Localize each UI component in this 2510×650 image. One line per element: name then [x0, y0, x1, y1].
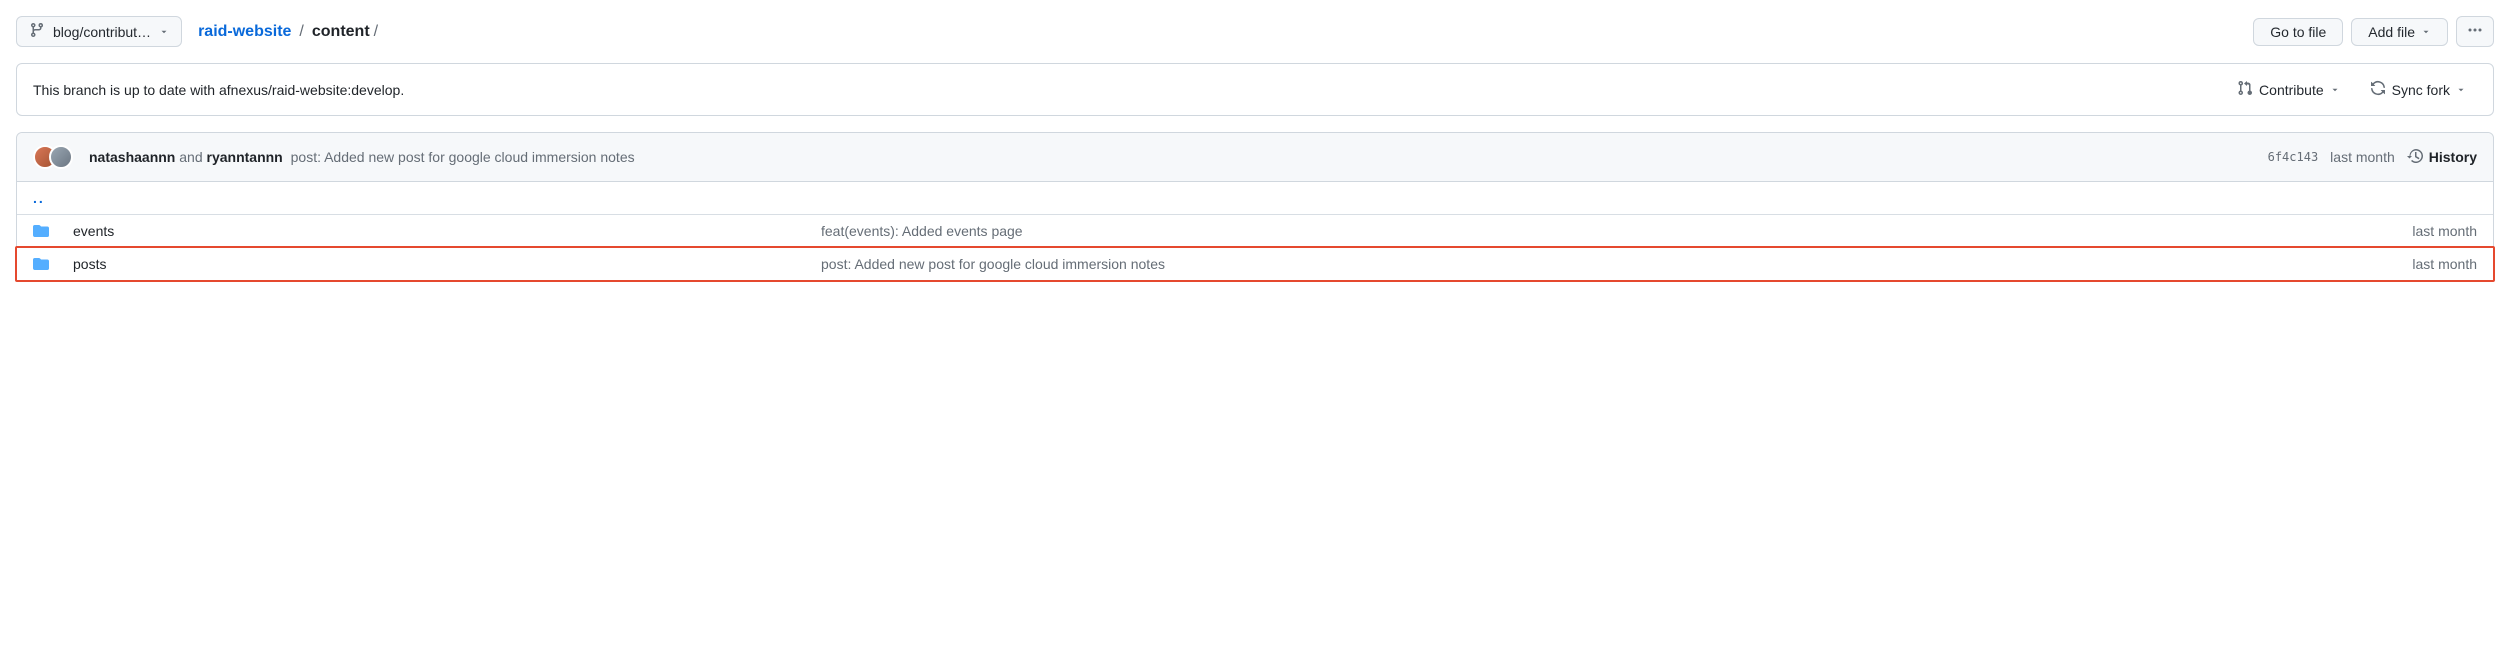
file-rows: .. eventsfeat(events): Added events page… — [17, 182, 2493, 280]
file-name-link[interactable]: events — [73, 223, 821, 239]
git-branch-icon — [29, 22, 45, 41]
file-name-link[interactable]: posts — [73, 256, 821, 272]
caret-down-icon — [159, 24, 169, 40]
commit-author-2: ryanntannn — [207, 149, 283, 165]
history-link[interactable]: History — [2407, 148, 2477, 167]
add-file-button[interactable]: Add file — [2351, 18, 2448, 46]
avatar — [49, 145, 73, 169]
branch-select-button[interactable]: blog/contribut… — [16, 16, 182, 47]
file-row: postspost: Added new post for google clo… — [17, 247, 2493, 280]
caret-down-icon — [2330, 82, 2340, 98]
branch-name-label: blog/contribut… — [53, 24, 151, 40]
commit-message: post: Added new post for google cloud im… — [287, 149, 635, 165]
folder-icon — [33, 223, 73, 239]
parent-directory-link[interactable]: .. — [33, 190, 2477, 206]
kebab-icon — [2467, 22, 2483, 41]
history-label: History — [2429, 149, 2477, 165]
sync-fork-label: Sync fork — [2392, 82, 2450, 98]
breadcrumb: raid-website / content / — [198, 23, 378, 41]
commit-sha[interactable]: 6f4c143 — [2268, 150, 2319, 164]
go-to-file-button[interactable]: Go to file — [2253, 18, 2343, 46]
sync-icon — [2370, 80, 2386, 99]
latest-commit-header: natashaannn and ryanntannn post: Added n… — [17, 133, 2493, 182]
history-icon — [2407, 148, 2423, 167]
commit-author-1: natashaannn — [89, 149, 175, 165]
commit-date: last month — [2330, 149, 2395, 165]
breadcrumb-repo-link[interactable]: raid-website — [198, 23, 291, 41]
file-row: eventsfeat(events): Added events pagelas… — [17, 214, 2493, 247]
file-navigation-bar: blog/contribut… raid-website / content /… — [16, 16, 2494, 47]
latest-commit-summary[interactable]: natashaannn and ryanntannn post: Added n… — [89, 149, 2256, 165]
breadcrumb-separator: / — [295, 23, 307, 41]
contribute-button[interactable]: Contribute — [2226, 76, 2351, 103]
contribute-label: Contribute — [2259, 82, 2324, 98]
folder-icon — [33, 256, 73, 272]
more-options-button[interactable] — [2456, 16, 2494, 47]
contributor-avatars[interactable] — [33, 145, 73, 169]
branch-status-box: This branch is up to date with afnexus/r… — [16, 63, 2494, 116]
caret-down-icon — [2421, 24, 2431, 40]
fork-actions: Contribute Sync fork — [2226, 76, 2477, 103]
branch-status-message: This branch is up to date with afnexus/r… — [33, 82, 2226, 98]
file-actions: Go to file Add file — [2253, 16, 2494, 47]
parent-directory-row[interactable]: .. — [17, 182, 2493, 214]
breadcrumb-current-dir: content — [312, 23, 370, 41]
file-commit-message[interactable]: post: Added new post for google cloud im… — [821, 256, 2317, 272]
git-pull-request-icon — [2237, 80, 2253, 99]
sync-fork-button[interactable]: Sync fork — [2359, 76, 2477, 103]
file-commit-date: last month — [2317, 223, 2477, 239]
commit-author-joiner: and — [175, 149, 206, 165]
breadcrumb-trailing-slash: / — [374, 23, 378, 41]
caret-down-icon — [2456, 82, 2466, 98]
file-list-panel: natashaannn and ryanntannn post: Added n… — [16, 132, 2494, 281]
file-commit-date: last month — [2317, 256, 2477, 272]
file-commit-message[interactable]: feat(events): Added events page — [821, 223, 2317, 239]
add-file-label: Add file — [2368, 24, 2415, 40]
